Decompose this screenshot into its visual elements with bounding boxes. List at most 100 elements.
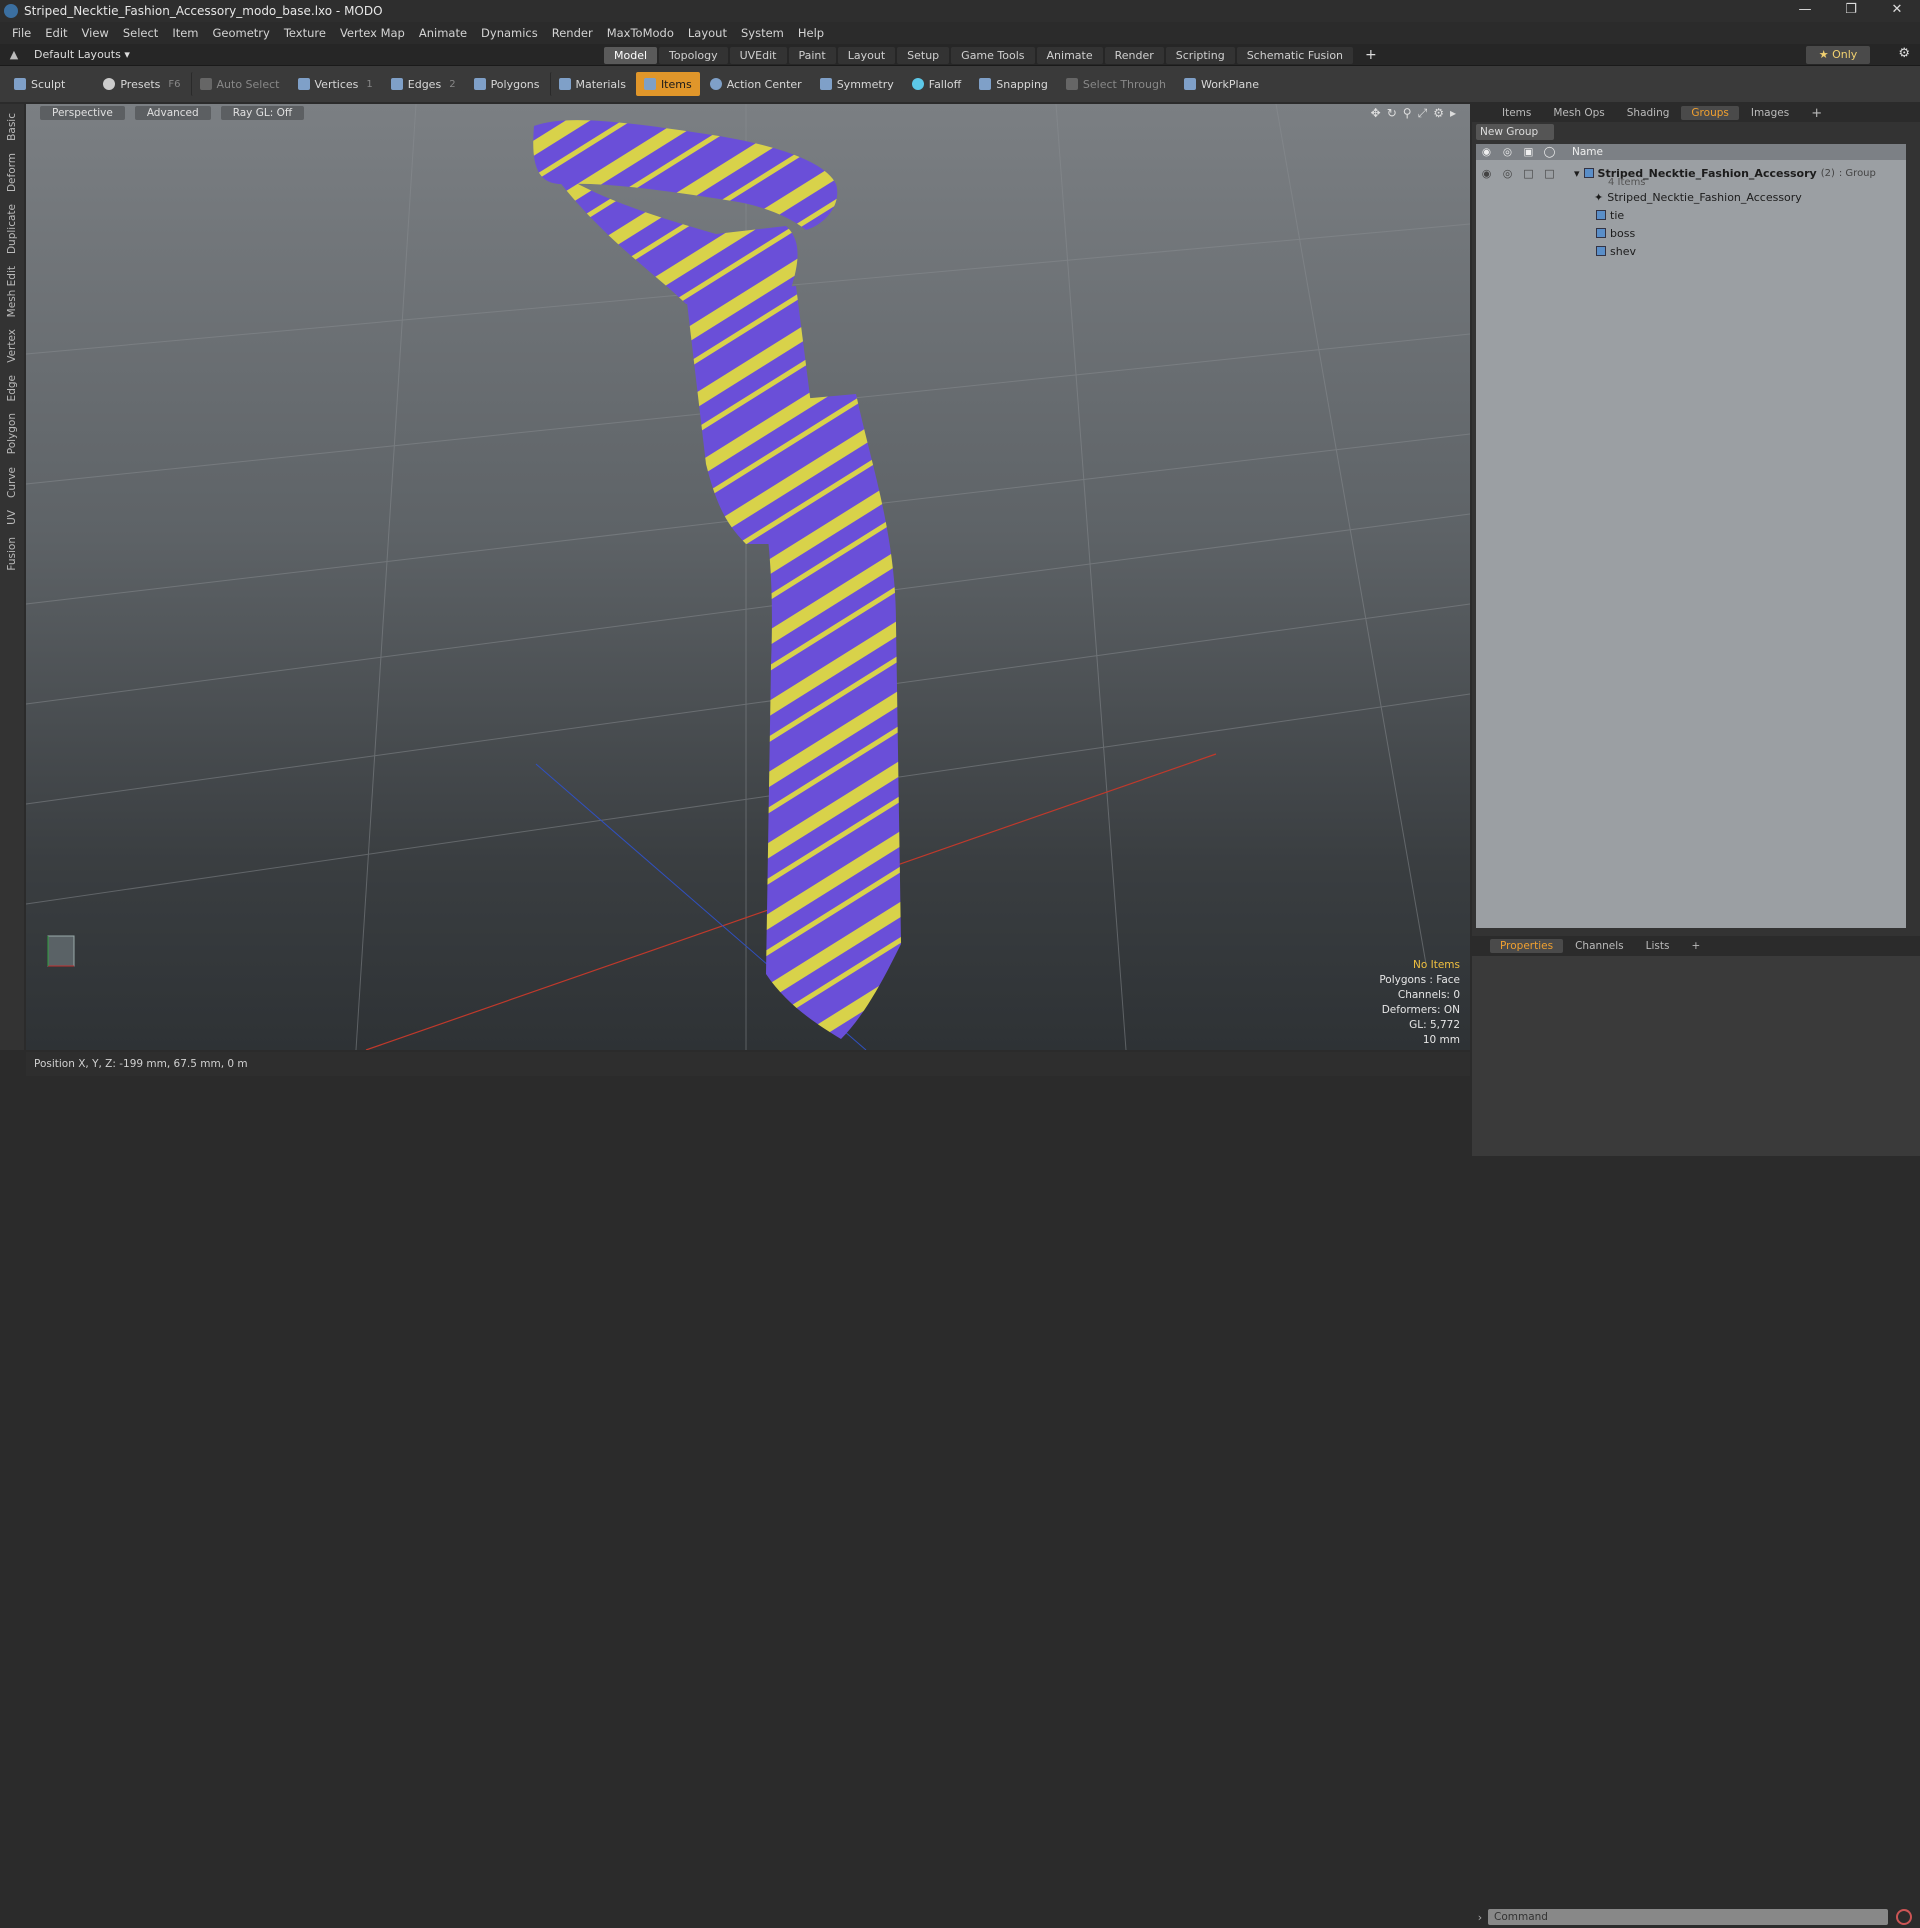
- tab-setup[interactable]: Setup: [897, 46, 950, 64]
- expand-arrow-icon[interactable]: ▸: [1450, 106, 1456, 121]
- group-lock-icon[interactable]: □: [1518, 167, 1539, 180]
- viewport-gear-icon[interactable]: ⚙: [1433, 106, 1444, 121]
- left-tab-basic[interactable]: Basic: [6, 110, 18, 144]
- list-item[interactable]: shev: [1476, 242, 1906, 260]
- layouts-dropdown[interactable]: Default Layouts ▾: [34, 48, 164, 61]
- left-tab-curve[interactable]: Curve: [6, 464, 18, 501]
- symmetry-button[interactable]: Symmetry: [812, 72, 902, 96]
- auto-select-button[interactable]: Auto Select: [190, 72, 288, 96]
- menu-vertex-map[interactable]: Vertex Map: [340, 26, 405, 40]
- menu-view[interactable]: View: [82, 26, 109, 40]
- render-header-icon[interactable]: ◎: [1497, 146, 1518, 158]
- tab-model[interactable]: Model: [604, 46, 658, 64]
- left-tab-fusion[interactable]: Fusion: [6, 534, 18, 574]
- close-icon[interactable]: ✕: [1874, 0, 1920, 22]
- tab-schematic-fusion[interactable]: Schematic Fusion: [1236, 46, 1354, 64]
- edges-icon: [390, 78, 403, 90]
- gear-icon[interactable]: ⚙: [1898, 46, 1910, 61]
- 3d-viewport[interactable]: Perspective Advanced Ray GL: Off ✥ ↻ ⚲ ⤢…: [26, 104, 1470, 1050]
- menu-geometry[interactable]: Geometry: [213, 26, 270, 40]
- vertices-button[interactable]: Vertices 1: [290, 72, 381, 96]
- tab-mesh-ops[interactable]: Mesh Ops: [1543, 106, 1614, 120]
- edges-button[interactable]: Edges 2: [383, 72, 464, 96]
- restore-icon[interactable]: ❐: [1828, 0, 1874, 22]
- tab-scripting[interactable]: Scripting: [1165, 46, 1235, 64]
- menu-file[interactable]: File: [12, 26, 31, 40]
- falloff-button[interactable]: Falloff: [904, 72, 969, 96]
- list-item[interactable]: ✦ Striped_Necktie_Fashion_Accessory: [1476, 188, 1906, 206]
- command-chevron-icon[interactable]: ›: [1472, 1911, 1488, 1924]
- tab-render[interactable]: Render: [1104, 46, 1164, 64]
- record-icon[interactable]: [1896, 1909, 1912, 1925]
- expand-chevron-icon[interactable]: ▾: [1574, 167, 1580, 180]
- lock-header-icon[interactable]: ▣: [1518, 146, 1539, 158]
- menu-animate[interactable]: Animate: [419, 26, 467, 40]
- group-select-icon[interactable]: □: [1539, 167, 1560, 180]
- left-tab-uv[interactable]: UV: [6, 507, 18, 528]
- add-props-tab-icon[interactable]: +: [1681, 939, 1710, 953]
- sculpt-button[interactable]: Sculpt: [6, 72, 73, 96]
- group-visibility-icon[interactable]: ◉: [1476, 167, 1497, 180]
- list-item[interactable]: boss: [1476, 224, 1906, 242]
- left-tab-polygon[interactable]: Polygon: [6, 410, 18, 457]
- minimize-icon[interactable]: —: [1782, 0, 1828, 22]
- name-column-header[interactable]: Name: [1572, 146, 1603, 158]
- snapping-button[interactable]: Snapping: [971, 72, 1056, 96]
- tab-layout[interactable]: Layout: [837, 46, 896, 64]
- menu-edit[interactable]: Edit: [45, 26, 67, 40]
- new-group-button[interactable]: New Group: [1476, 124, 1554, 140]
- tab-game-tools[interactable]: Game Tools: [951, 46, 1035, 64]
- scale-text: 10 mm: [1422, 1034, 1460, 1046]
- items-button[interactable]: Items: [635, 72, 700, 96]
- left-tab-vertex[interactable]: Vertex: [6, 326, 18, 366]
- tab-paint[interactable]: Paint: [788, 46, 836, 64]
- menu-dynamics[interactable]: Dynamics: [481, 26, 538, 40]
- left-tab-duplicate[interactable]: Duplicate: [6, 201, 18, 257]
- workplane-button[interactable]: WorkPlane: [1176, 72, 1267, 96]
- rotate-icon[interactable]: ↻: [1387, 106, 1397, 121]
- tab-topology[interactable]: Topology: [659, 46, 728, 64]
- fit-icon[interactable]: ⤢: [1418, 106, 1428, 121]
- view-mode-button[interactable]: Perspective: [40, 106, 125, 120]
- menu-select[interactable]: Select: [123, 26, 158, 40]
- only-button[interactable]: ★ Only: [1806, 46, 1870, 64]
- collapse-arrow-icon[interactable]: ▲: [0, 48, 28, 61]
- tab-groups[interactable]: Groups: [1681, 106, 1739, 120]
- command-input[interactable]: Command: [1488, 1909, 1888, 1925]
- select-through-button[interactable]: Select Through: [1058, 72, 1174, 96]
- tab-images[interactable]: Images: [1741, 106, 1799, 120]
- tab-uvedit[interactable]: UVEdit: [729, 46, 787, 64]
- tab-channels[interactable]: Channels: [1565, 939, 1634, 953]
- menu-system[interactable]: System: [741, 26, 784, 40]
- materials-button[interactable]: Materials: [549, 72, 634, 96]
- menu-render[interactable]: Render: [552, 26, 593, 40]
- right-panel: Items Mesh Ops Shading Groups Images + N…: [1472, 104, 1920, 1928]
- visibility-header-icon[interactable]: ◉: [1476, 146, 1497, 158]
- add-panel-tab-icon[interactable]: +: [1801, 105, 1832, 122]
- left-tab-edge[interactable]: Edge: [6, 372, 18, 404]
- tab-items[interactable]: Items: [1492, 106, 1541, 120]
- raygl-button[interactable]: Ray GL: Off: [220, 106, 305, 120]
- pan-icon[interactable]: ✥: [1371, 106, 1381, 121]
- advanced-button[interactable]: Advanced: [134, 106, 211, 120]
- command-bar: › Command: [1472, 1906, 1920, 1928]
- list-item[interactable]: tie: [1476, 206, 1906, 224]
- polygons-button[interactable]: Polygons: [466, 72, 548, 96]
- tab-shading[interactable]: Shading: [1617, 106, 1680, 120]
- menu-texture[interactable]: Texture: [284, 26, 326, 40]
- zoom-icon[interactable]: ⚲: [1403, 106, 1412, 121]
- menu-help[interactable]: Help: [798, 26, 824, 40]
- action-center-button[interactable]: Action Center: [702, 72, 810, 96]
- presets-button[interactable]: Presets F6: [95, 72, 188, 96]
- menu-item[interactable]: Item: [172, 26, 198, 40]
- add-tab-icon[interactable]: +: [1355, 45, 1387, 65]
- menu-maxtomodo[interactable]: MaxToModo: [607, 26, 674, 40]
- left-tab-deform[interactable]: Deform: [6, 150, 18, 195]
- tab-animate[interactable]: Animate: [1036, 46, 1103, 64]
- left-tab-mesh-edit[interactable]: Mesh Edit: [6, 263, 18, 320]
- group-render-icon[interactable]: ◎: [1497, 167, 1518, 180]
- menu-layout[interactable]: Layout: [688, 26, 727, 40]
- tab-properties[interactable]: Properties: [1490, 939, 1564, 953]
- select-header-icon[interactable]: ◯: [1539, 146, 1560, 158]
- tab-lists[interactable]: Lists: [1636, 939, 1680, 953]
